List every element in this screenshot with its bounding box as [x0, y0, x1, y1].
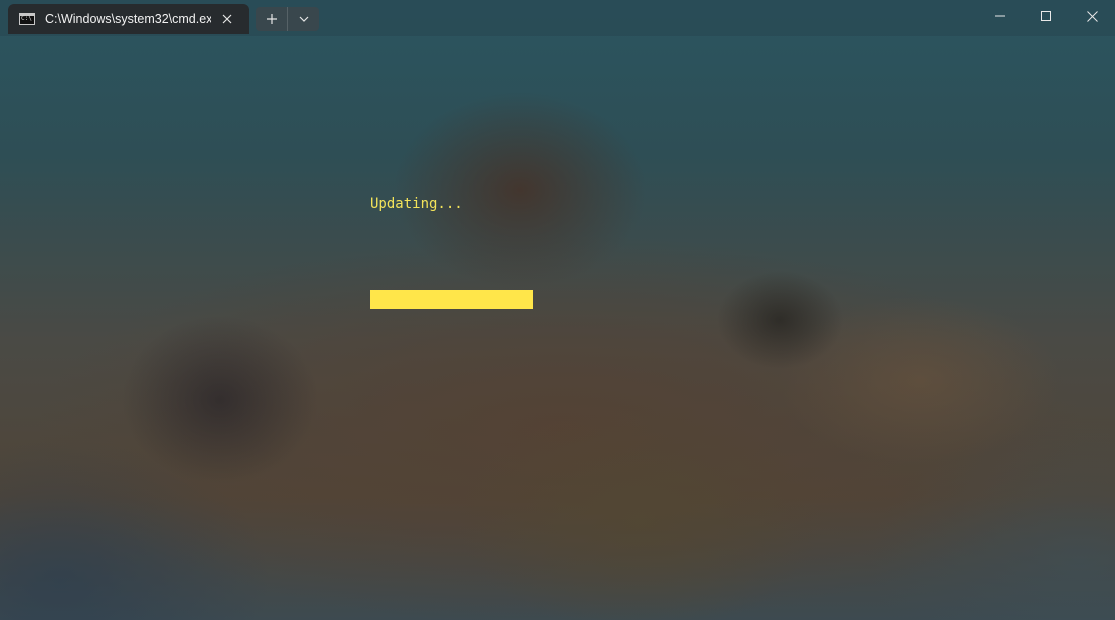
cmd-icon-label: C:\ [21, 15, 32, 22]
tab-actions [256, 7, 319, 31]
progress-bar [370, 290, 696, 309]
close-icon [222, 14, 232, 24]
maximize-icon [1041, 11, 1051, 21]
terminal-content[interactable]: Updating... [0, 36, 1115, 620]
tab-close-button[interactable] [217, 9, 237, 29]
close-icon [1086, 10, 1098, 22]
tab-title: C:\Windows\system32\cmd.exe [45, 12, 211, 26]
cmd-prompt-icon: C:\ [19, 13, 35, 25]
progress-bar-fill [370, 290, 533, 309]
terminal-window: C:\ C:\Windows\system32\cmd.exe Updating… [0, 0, 1115, 620]
close-window-button[interactable] [1069, 0, 1115, 32]
tab-cmd[interactable]: C:\ C:\Windows\system32\cmd.exe [8, 4, 249, 34]
plus-icon [266, 14, 277, 24]
minimize-icon [995, 15, 1005, 17]
status-text: Updating... [370, 196, 463, 212]
title-bar[interactable]: C:\ C:\Windows\system32\cmd.exe [0, 0, 1115, 36]
new-tab-button[interactable] [256, 7, 288, 31]
chevron-down-icon [299, 16, 308, 22]
tab-dropdown-button[interactable] [288, 7, 319, 31]
minimize-button[interactable] [977, 0, 1023, 32]
maximize-button[interactable] [1023, 0, 1069, 32]
